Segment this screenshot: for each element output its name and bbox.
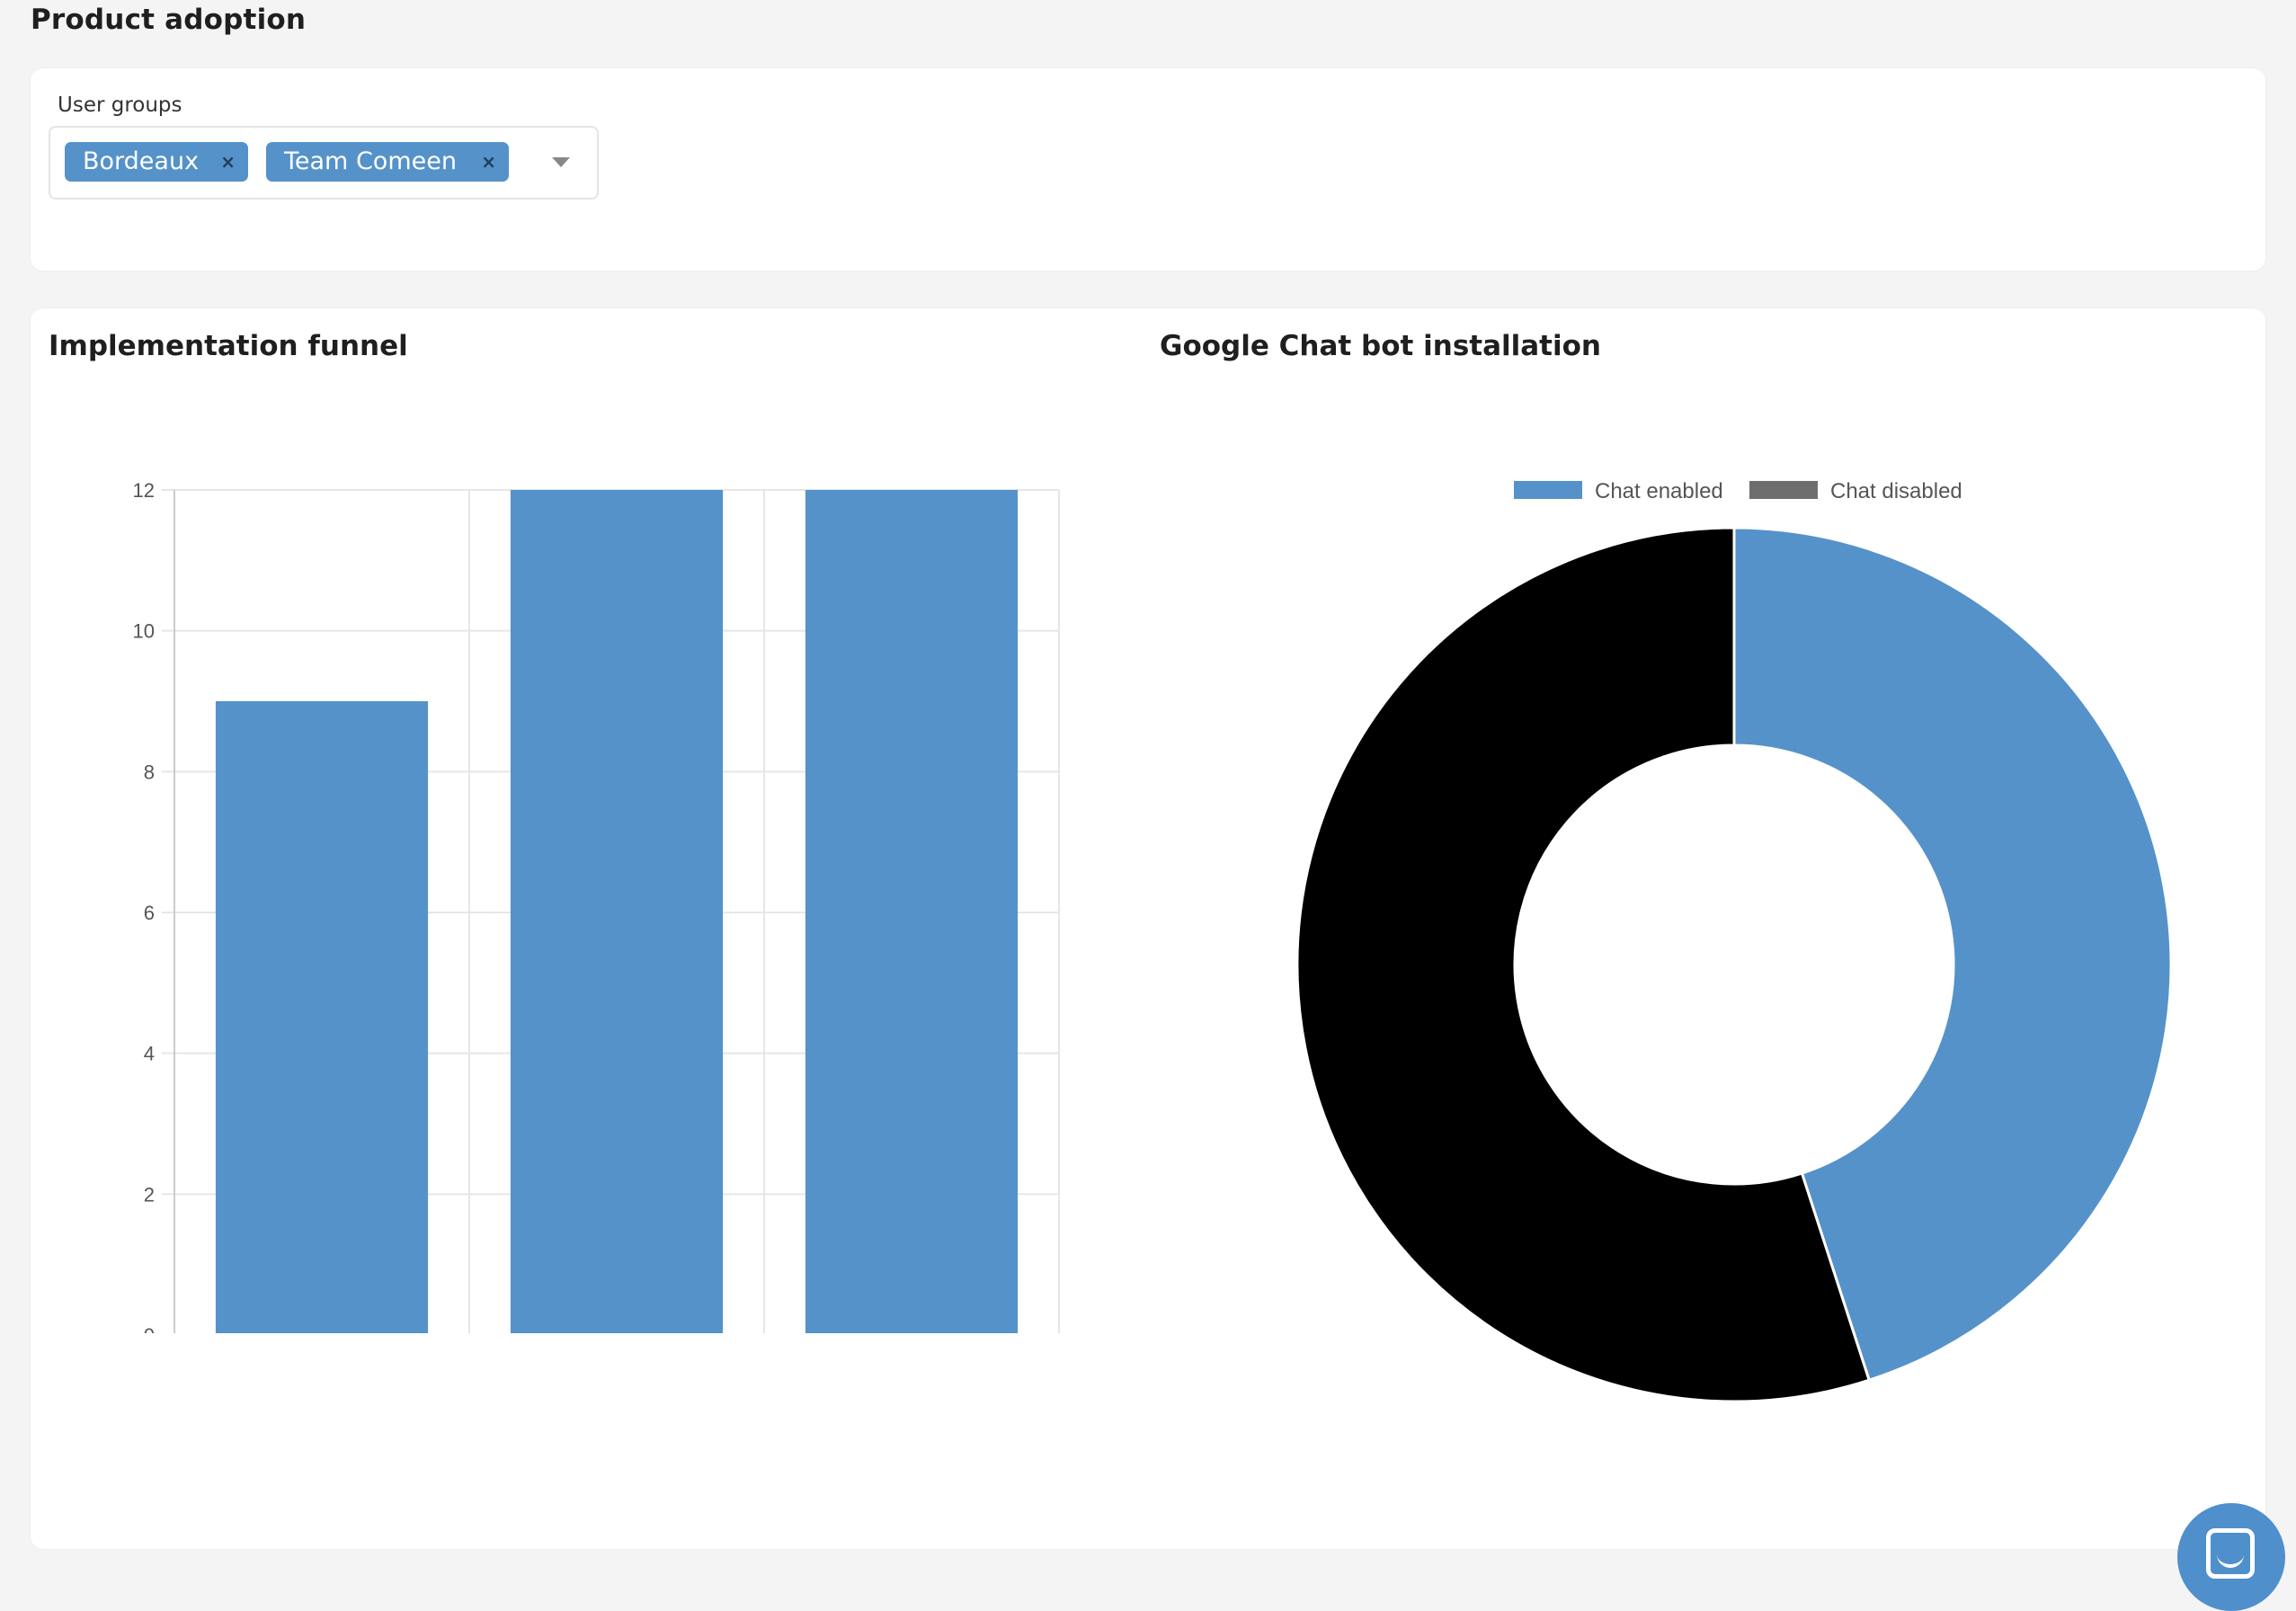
y-tick-label: 8 — [144, 761, 155, 783]
chip-team-comeen: Team Comeen × — [266, 142, 509, 182]
chip-bordeaux: Bordeaux × — [65, 142, 248, 182]
legend-swatch — [1514, 481, 1582, 499]
legend-label[interactable]: Chat enabled — [1595, 479, 1723, 503]
chip-label: Bordeaux — [83, 147, 200, 175]
legend-label[interactable]: Chat disabled — [1830, 479, 1962, 503]
remove-chip-icon[interactable]: × — [220, 142, 236, 182]
y-tick-label: 6 — [144, 902, 155, 924]
bar[interactable] — [215, 701, 429, 1333]
remove-chip-icon[interactable]: × — [481, 142, 496, 182]
chat-installation-donut-chart: Chat enabled Chat disabled — [1295, 479, 2173, 1403]
chip-label: Team Comeen — [284, 147, 457, 175]
chevron-down-icon[interactable] — [552, 157, 570, 167]
funnel-chart-title: Implementation funnel — [49, 330, 408, 362]
funnel-bar-chart: 024681012Onboarding not completedOnboard… — [133, 479, 1060, 1333]
bar[interactable] — [510, 490, 724, 1333]
bar[interactable] — [805, 490, 1019, 1333]
y-tick-label: 4 — [144, 1043, 155, 1065]
user-groups-select[interactable]: Bordeaux × Team Comeen × — [49, 126, 599, 200]
charts-card: Implementation funnel Google Chat bot in… — [31, 308, 2265, 1549]
y-tick-label: 0 — [144, 1324, 155, 1333]
y-tick-label: 10 — [133, 620, 155, 643]
chat-launcher-button[interactable] — [2177, 1503, 2285, 1611]
y-tick-label: 12 — [133, 479, 155, 502]
donut-chart-title: Google Chat bot installation — [1160, 330, 1601, 362]
legend-swatch — [1749, 481, 1818, 499]
y-tick-label: 2 — [144, 1183, 155, 1206]
filter-card: User groups Bordeaux × Team Comeen × — [31, 68, 2265, 271]
user-groups-label: User groups — [58, 93, 182, 117]
page-title: Product adoption — [31, 4, 307, 36]
